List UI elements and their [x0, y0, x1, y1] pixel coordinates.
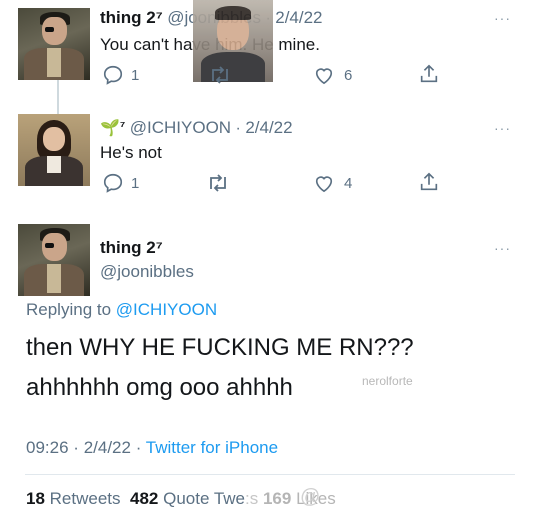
tweet-source-link[interactable]: Twitter for iPhone — [146, 438, 278, 457]
separator: · — [73, 438, 79, 457]
retweets-count[interactable]: 18 — [26, 489, 45, 508]
retweets-label[interactable]: Retweets — [50, 489, 121, 508]
tweet-text: He's not — [100, 143, 162, 162]
display-name[interactable]: ⁷ — [120, 118, 125, 133]
replying-handle-link[interactable]: @ICHIYOON — [116, 300, 217, 319]
avatar-shirt — [46, 264, 62, 294]
separator: · — [135, 438, 142, 457]
more-options-button[interactable]: ··· — [494, 120, 511, 136]
reply-icon[interactable] — [102, 64, 124, 86]
separator: · — [235, 120, 241, 137]
like-icon[interactable] — [313, 173, 335, 193]
quotes-count[interactable]: 482 — [130, 489, 158, 508]
avatar[interactable] — [18, 224, 90, 296]
reply-count: 1 — [131, 175, 140, 192]
display-name[interactable]: thing 2⁷ — [100, 238, 163, 258]
overlay-text: :s — [245, 489, 259, 508]
user-handle[interactable]: @joonibbles — [100, 262, 194, 282]
replying-prefix: Replying to — [26, 300, 112, 319]
overlay-photo — [193, 0, 273, 82]
share-icon[interactable] — [418, 63, 440, 85]
more-options-button[interactable]: ··· — [494, 240, 511, 256]
share-icon[interactable] — [418, 171, 440, 193]
avatar-collar — [46, 155, 62, 174]
retweet-icon[interactable] — [208, 65, 232, 85]
like-count: 4 — [344, 175, 353, 192]
quotes-label[interactable]: Quote Twe:s — [163, 489, 258, 508]
engagement-stats: 18 Retweets 482 Quote Twe:s 169 Likes — [26, 489, 336, 509]
tweet-time[interactable]: 09:26 — [26, 438, 69, 457]
like-count: 6 — [344, 67, 353, 84]
tweet-date[interactable]: 2/4/22 — [84, 438, 131, 457]
tweet-metadata: 09:26 · 2/4/22 · Twitter for iPhone — [26, 438, 278, 458]
overlay-watermark-mark: @ — [300, 486, 321, 508]
divider — [25, 474, 515, 475]
avatar-face — [43, 126, 65, 152]
sprout-icon: 🌱 — [100, 120, 120, 137]
reply-count: 1 — [131, 67, 140, 84]
tweet-date[interactable]: 2/4/22 — [275, 8, 322, 27]
avatar-shirt — [46, 48, 62, 78]
likes-count[interactable]: 169 — [263, 489, 291, 508]
avatar[interactable] — [18, 114, 90, 186]
reply-icon[interactable] — [102, 172, 124, 194]
main-tweet-line-2: ahhhhhh omg ooo ahhhh — [26, 374, 293, 401]
tweet-date[interactable]: 2/4/22 — [245, 118, 292, 137]
avatar[interactable] — [18, 8, 90, 80]
retweet-icon[interactable] — [206, 173, 230, 193]
main-tweet-line-1: then WHY HE FUCKING ME RN??? — [26, 334, 414, 361]
like-icon[interactable] — [313, 65, 335, 85]
watermark-text: nerolforte — [362, 374, 413, 388]
replying-to: Replying to @ICHIYOON — [26, 300, 217, 320]
display-name[interactable]: thing 2⁷ — [100, 8, 163, 27]
avatar-eyepatch — [45, 242, 54, 249]
more-options-button[interactable]: ··· — [494, 10, 511, 26]
user-handle[interactable]: @ICHIYOON — [130, 118, 231, 137]
avatar-eyepatch — [45, 26, 54, 33]
thread-line — [57, 80, 59, 114]
tweet-header: 🌱⁷ @ICHIYOON · 2/4/22 — [100, 118, 293, 138]
